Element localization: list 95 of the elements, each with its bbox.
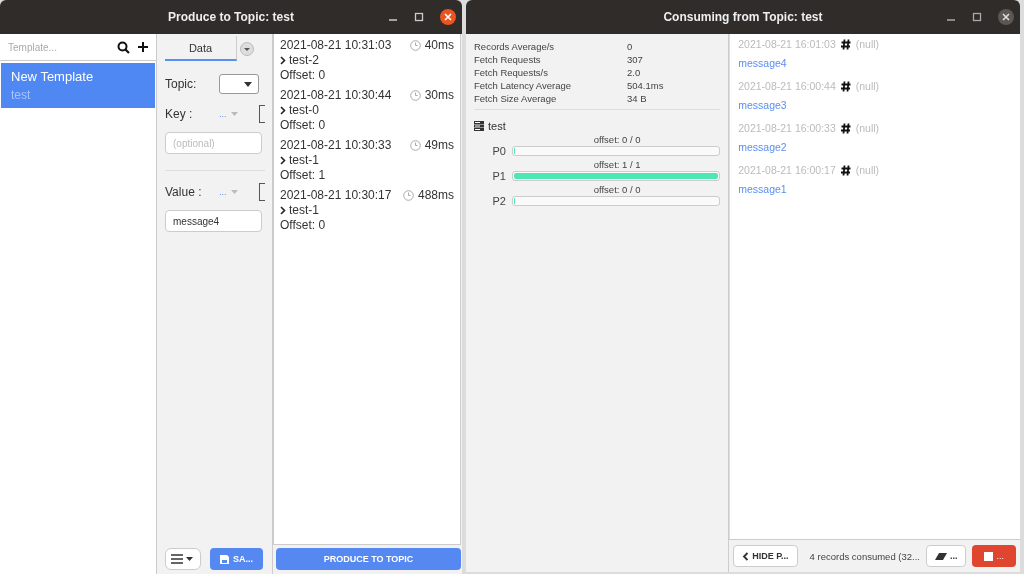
chevron-icon[interactable]: [280, 206, 286, 215]
metric-label: Fetch Size Average: [474, 92, 558, 105]
clock-icon: [402, 190, 414, 201]
hide-button[interactable]: HIDE P...: [733, 545, 798, 567]
data-tab[interactable]: Data: [165, 36, 237, 61]
window-title: Produce to Topic: test: [168, 10, 294, 24]
key-label: Key :: [165, 107, 194, 121]
partition-offset: offset: 0 / 0: [592, 134, 642, 145]
menu-icon: [171, 554, 195, 564]
menu-button[interactable]: [165, 548, 201, 570]
metric-value: 0: [627, 40, 633, 53]
hash-icon: [840, 80, 851, 92]
clock-icon: [409, 40, 421, 51]
partition-name: P1: [491, 170, 506, 182]
result-time: 2021-08-21 10:30:44: [280, 88, 392, 103]
partition-name: P2: [491, 195, 506, 207]
close-icon[interactable]: [440, 9, 456, 25]
clock-icon: [409, 90, 421, 101]
search-icon[interactable]: [117, 40, 130, 54]
chevron-icon[interactable]: [280, 56, 286, 65]
produce-button[interactable]: PRODUCE TO TOPIC: [276, 548, 461, 570]
eraser-icon: [934, 552, 947, 560]
chevron-icon: [742, 551, 750, 561]
partition-offset: offset: 0 / 0: [592, 184, 642, 195]
result-time: 2021-08-21 10:30:33: [280, 138, 392, 153]
message-key: (null): [855, 80, 880, 92]
hash-icon: [840, 122, 851, 134]
save-icon: [220, 554, 229, 564]
result-offset: Offset: 0: [280, 68, 327, 83]
chevron-icon[interactable]: [280, 156, 286, 165]
message-value: message4: [738, 57, 788, 69]
key-field[interactable]: (optional): [165, 132, 262, 154]
hash-icon: [840, 38, 851, 50]
add-icon[interactable]: [138, 42, 148, 52]
close-icon[interactable]: [998, 9, 1014, 25]
metric-label: Fetch Latency Average: [474, 79, 572, 92]
metric-value: 34 B: [627, 92, 647, 105]
message-time: 2021-08-21 16:00:17: [738, 164, 836, 176]
result-partition: test-1: [289, 153, 319, 168]
result-offset: Offset: 0: [280, 118, 327, 133]
stop-icon: [984, 551, 994, 561]
result-partition: test-0: [289, 103, 319, 118]
message-value: message3: [738, 99, 788, 111]
partition-offset: offset: 1 / 1: [592, 159, 642, 170]
partition-name: P0: [491, 145, 506, 157]
checkbox[interactable]: [259, 183, 265, 201]
message-time: 2021-08-21 16:01:03: [738, 38, 836, 50]
dropdown-icon[interactable]: [240, 41, 254, 56]
message-key: (null): [855, 122, 880, 134]
metric-label: Fetch Requests: [474, 53, 542, 66]
clear-button[interactable]: ...: [925, 545, 967, 567]
message-key: (null): [855, 38, 880, 50]
stop-button[interactable]: ...: [972, 545, 1016, 567]
maximize-icon[interactable]: [972, 12, 982, 22]
maximize-icon[interactable]: [414, 12, 424, 22]
template-search-field[interactable]: Template...: [6, 40, 109, 54]
clock-icon: [409, 140, 421, 151]
value-field[interactable]: message4: [165, 210, 262, 232]
message-value: message1: [738, 183, 788, 195]
result-offset: Offset: 0: [280, 218, 327, 233]
caret-icon: [244, 81, 252, 87]
value-label: Value :: [165, 185, 203, 199]
message-time: 2021-08-21 16:00:44: [738, 80, 836, 92]
message-key: (null): [855, 164, 880, 176]
result-duration: 49ms: [424, 138, 454, 153]
result-offset: Offset: 1: [280, 168, 327, 183]
message-time: 2021-08-21 16:00:33: [738, 122, 836, 134]
window-title: Consuming from Topic: test: [663, 10, 823, 24]
result-partition: test-1: [289, 203, 319, 218]
result-time: 2021-08-21 10:30:17: [280, 188, 392, 203]
metric-value: 307: [627, 53, 643, 66]
metric-label: Fetch Requests/s: [474, 66, 549, 79]
topic-dropdown[interactable]: [219, 74, 259, 94]
result-partition: test-2: [289, 53, 319, 68]
topic-icon: [474, 121, 484, 131]
status-text: 4 records consumed (32...: [808, 550, 920, 562]
save-button[interactable]: SA...: [210, 548, 263, 570]
value-format-dropdown[interactable]: ...: [219, 187, 255, 197]
caret-icon: [230, 190, 238, 194]
result-duration: 488ms: [417, 188, 454, 203]
chevron-icon[interactable]: [280, 106, 286, 115]
topic-label: Topic:: [165, 77, 198, 91]
topic-name: test: [488, 120, 506, 132]
result-duration: 40ms: [424, 38, 454, 53]
result-duration: 30ms: [424, 88, 454, 103]
template-item[interactable]: New Template test: [1, 63, 155, 108]
hash-icon: [840, 164, 851, 176]
caret-icon: [230, 112, 238, 116]
metric-value: 2.0: [627, 66, 641, 79]
key-format-dropdown[interactable]: ...: [219, 109, 255, 119]
message-value: message2: [738, 141, 788, 153]
result-time: 2021-08-21 10:31:03: [280, 38, 392, 53]
metric-value: 504.1ms: [627, 79, 664, 92]
metric-label: Records Average/s: [474, 40, 556, 53]
checkbox[interactable]: [259, 105, 265, 123]
